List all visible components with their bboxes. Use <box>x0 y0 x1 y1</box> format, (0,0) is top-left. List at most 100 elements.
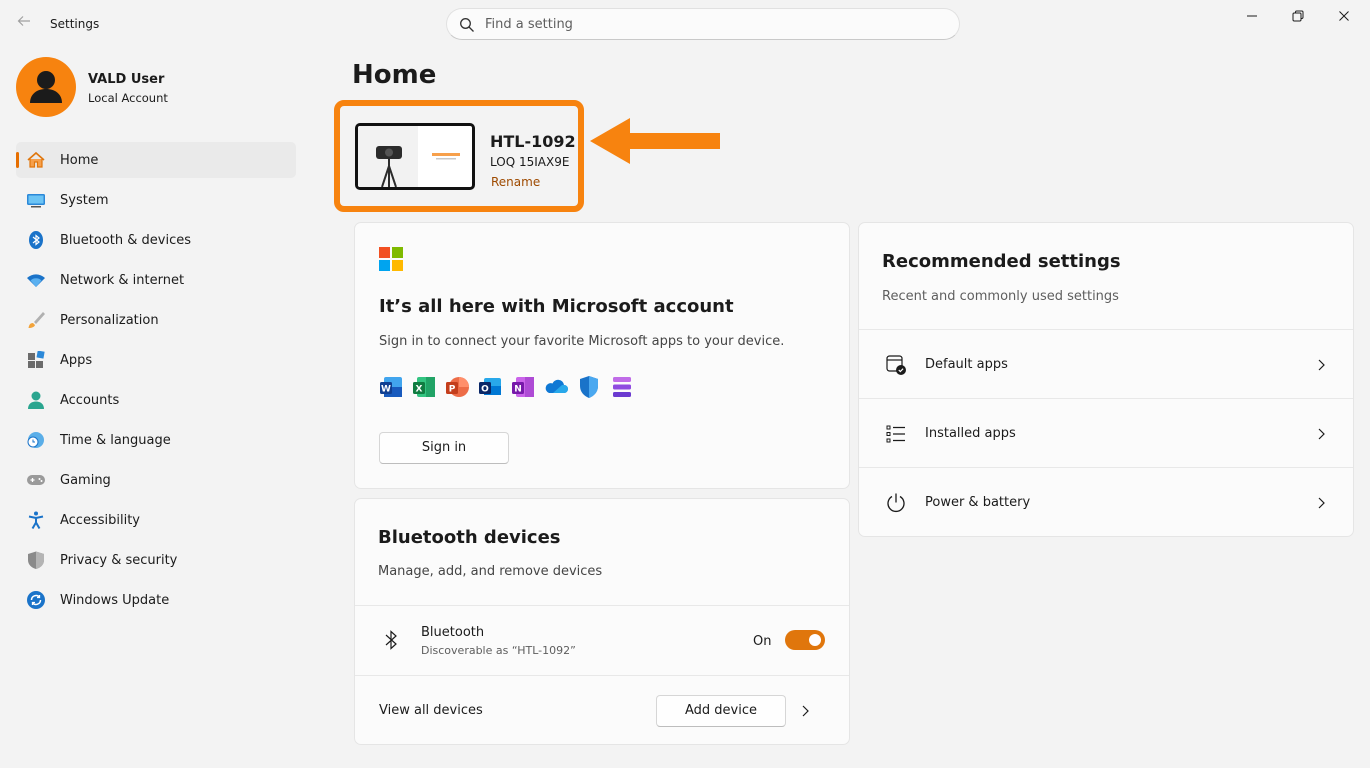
svg-text:X: X <box>416 385 423 395</box>
restore-icon <box>1292 10 1304 22</box>
svg-text:P: P <box>449 385 456 395</box>
avatar[interactable] <box>16 57 76 117</box>
sidebar-item-privacy-security[interactable]: Privacy & security <box>16 542 296 578</box>
chevron-right-icon <box>1318 497 1325 509</box>
sidebar-item-windows-update[interactable]: Windows Update <box>16 582 296 618</box>
rec-row-installed-apps[interactable]: Installed apps <box>859 398 1353 466</box>
sidebar-item-label: Time & language <box>60 433 171 448</box>
sidebar-item-home[interactable]: Home <box>16 142 296 178</box>
onenote-icon: N <box>512 377 534 397</box>
ms-app-icons: W X P O N <box>379 375 634 401</box>
rec-row-label: Installed apps <box>925 426 1016 441</box>
bluetooth-label: Bluetooth <box>421 625 485 640</box>
bt-card-title: Bluetooth devices <box>378 527 561 548</box>
divider <box>355 675 849 676</box>
bluetooth-state-label: On <box>753 634 772 649</box>
app-title: Settings <box>50 17 100 31</box>
annotation-arrow-icon <box>590 118 720 164</box>
divider <box>355 605 849 606</box>
rec-row-power-battery[interactable]: Power & battery <box>859 467 1353 535</box>
back-button[interactable] <box>12 12 36 36</box>
sidebar-item-label: Gaming <box>60 473 111 488</box>
update-icon <box>27 591 45 609</box>
device-name: HTL-1092 <box>490 132 576 151</box>
title-bar: Settings <box>0 0 1370 48</box>
webcam-image <box>376 146 460 187</box>
excel-icon: X <box>413 377 435 397</box>
device-info-highlight: HTL-1092 LOQ 15IAX9E Rename <box>334 100 584 212</box>
system-icon <box>27 194 45 208</box>
outlook-icon: O <box>479 378 501 395</box>
sidebar-nav: Home System Bluetooth & devices Network … <box>16 142 296 622</box>
sidebar-item-label: Home <box>60 153 99 168</box>
microsoft-logo-icon <box>379 247 403 271</box>
rec-card-title: Recommended settings <box>882 251 1121 272</box>
brush-icon <box>28 312 45 328</box>
close-button[interactable] <box>1321 0 1367 32</box>
add-device-button[interactable]: Add device <box>656 695 786 727</box>
clipchamp-icon <box>613 377 631 397</box>
chevron-right-icon[interactable] <box>799 703 811 719</box>
sidebar-item-label: Privacy & security <box>60 553 178 568</box>
onedrive-icon <box>545 379 568 393</box>
sidebar-item-network[interactable]: Network & internet <box>16 262 296 298</box>
chevron-right-icon <box>1318 359 1325 371</box>
home-icon <box>27 151 45 168</box>
sidebar-item-bluetooth[interactable]: Bluetooth & devices <box>16 222 296 258</box>
time-language-icon <box>27 432 44 448</box>
minimize-button[interactable] <box>1229 0 1275 32</box>
bluetooth-discoverable-text: Discoverable as “HTL-1092” <box>421 644 576 657</box>
sidebar-item-label: Windows Update <box>60 593 170 608</box>
wifi-icon <box>27 274 45 287</box>
gamepad-icon <box>27 475 45 485</box>
toggle-knob <box>809 634 821 646</box>
sidebar-item-accounts[interactable]: Accounts <box>16 382 296 418</box>
sidebar-item-label: System <box>60 193 109 208</box>
rec-card-description: Recent and commonly used settings <box>882 289 1119 304</box>
account-type: Local Account <box>88 91 168 105</box>
sidebar-item-gaming[interactable]: Gaming <box>16 462 296 498</box>
sidebar-item-label: Accessibility <box>60 513 140 528</box>
user-icon <box>30 71 62 103</box>
sidebar-item-time-language[interactable]: Time & language <box>16 422 296 458</box>
defender-icon <box>580 376 598 398</box>
minimize-icon <box>1247 15 1257 17</box>
default-apps-icon <box>886 355 906 375</box>
close-icon <box>1339 11 1349 21</box>
svg-text:O: O <box>481 385 489 395</box>
shield-icon <box>28 551 44 569</box>
search-box[interactable] <box>446 8 960 40</box>
user-name: VALD User <box>88 72 165 87</box>
rename-link[interactable]: Rename <box>491 175 540 189</box>
recommended-settings-card: Recommended settings Recent and commonly… <box>858 222 1354 537</box>
svg-text:W: W <box>381 385 391 395</box>
sidebar-item-system[interactable]: System <box>16 182 296 218</box>
sign-in-button[interactable]: Sign in <box>379 432 509 464</box>
power-icon <box>887 493 905 513</box>
sidebar-item-label: Bluetooth & devices <box>60 233 191 248</box>
rec-row-label: Default apps <box>925 357 1008 372</box>
powerpoint-icon: P <box>446 377 469 397</box>
search-icon <box>460 18 474 32</box>
device-thumbnail <box>355 123 475 190</box>
back-arrow-icon <box>17 16 30 26</box>
sidebar-item-label: Network & internet <box>60 273 185 288</box>
accounts-icon <box>28 391 44 409</box>
device-model: LOQ 15IAX9E <box>490 155 570 169</box>
sidebar-item-label: Apps <box>60 353 93 368</box>
search-input[interactable] <box>485 14 945 34</box>
restore-button[interactable] <box>1275 0 1321 32</box>
rec-row-label: Power & battery <box>925 495 1031 510</box>
bluetooth-devices-card: Bluetooth devices Manage, add, and remov… <box>354 498 850 745</box>
sidebar-item-accessibility[interactable]: Accessibility <box>16 502 296 538</box>
sidebar-item-apps[interactable]: Apps <box>16 342 296 378</box>
accessibility-icon <box>28 511 44 529</box>
rec-row-default-apps[interactable]: Default apps <box>859 329 1353 397</box>
installed-apps-icon <box>886 425 905 443</box>
bluetooth-toggle[interactable] <box>785 630 825 650</box>
svg-text:N: N <box>514 385 522 395</box>
sidebar-item-personalization[interactable]: Personalization <box>16 302 296 338</box>
sidebar-item-label: Accounts <box>60 393 120 408</box>
view-all-devices-link[interactable]: View all devices <box>379 703 483 718</box>
user-profile[interactable]: VALD User Local Account <box>16 57 296 117</box>
